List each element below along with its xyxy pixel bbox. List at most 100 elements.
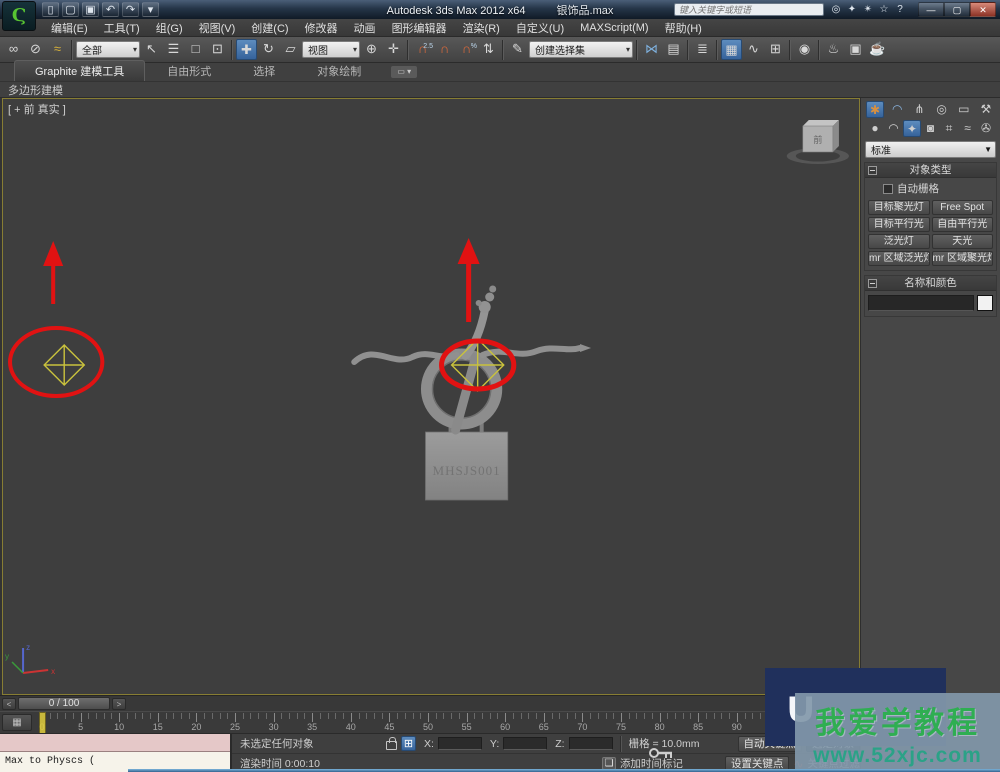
tab-hierarchy[interactable]: ⋔ [910,101,928,118]
tab-modify[interactable]: ◠ [888,101,906,118]
ribbon-minimize-icon[interactable]: ▭ ▾ [391,66,417,78]
menu-rendering[interactable]: 渲染(R) [456,19,507,37]
help-icon[interactable]: ? [892,4,908,15]
skylight-button[interactable]: 天光 [932,234,994,249]
omni-button[interactable]: 泛光灯 [868,234,930,249]
time-slider-track[interactable]: < 0 / 100 > [0,695,860,711]
communication-center-icon[interactable]: ✴ [860,4,876,15]
tab-utilities[interactable]: ⚒ [977,101,995,118]
undo-icon[interactable]: ↶ [102,2,119,17]
y-coord-field[interactable] [503,737,547,750]
reference-coordinate-system-dropdown[interactable]: 视图▾ [302,41,360,58]
create-lights-icon[interactable]: ✦ [903,120,921,137]
render-setup-icon[interactable]: ♨ [823,39,844,60]
menu-graph-editors[interactable]: 图形编辑器 [385,19,454,37]
mr-area-spot-button[interactable]: mr 区域聚光灯 [932,251,994,266]
edit-named-selection-sets-icon[interactable]: ✎ [507,39,528,60]
graphite-ribbon-toggle-icon[interactable]: ▦ [721,39,742,60]
menu-create[interactable]: 创建(C) [244,19,295,37]
keyboard-shortcut-key-icon[interactable] [648,741,674,765]
autogrid-checkbox[interactable] [883,184,893,194]
collapse-icon[interactable] [868,279,877,288]
mr-area-omni-button[interactable]: mr 区域泛光灯 [868,251,930,266]
menu-tools[interactable]: 工具(T) [97,19,147,37]
menu-customize[interactable]: 自定义(U) [509,19,571,37]
schematic-view-icon[interactable]: ⊞ [765,39,786,60]
tab-graphite-modeling[interactable]: Graphite 建模工具 [14,60,145,81]
object-name-field[interactable] [868,295,974,311]
viewport-canvas[interactable]: 前 MHSJS001 [3,99,859,694]
tab-create[interactable]: ✱ [866,101,884,118]
sign-in-icon[interactable]: ✦ [844,4,860,15]
snaps-toggle-icon[interactable]: ∩2.5 [412,39,433,60]
viewport-front[interactable]: [ + 前 真实 ] 前 [2,98,860,695]
angle-snap-toggle-icon[interactable]: ∩ [434,39,455,60]
next-frame-button[interactable]: > [112,698,126,710]
tab-freeform[interactable]: 自由形式 [147,61,231,81]
polygon-modeling-panel-label[interactable]: 多边形建模 [0,82,63,98]
object-type-rollout-header[interactable]: 对象类型 [865,163,996,178]
bind-to-space-warp-icon[interactable]: ≈ [47,39,68,60]
menu-group[interactable]: 组(G) [149,19,190,37]
unlink-selection-icon[interactable]: ⊘ [25,39,46,60]
rectangular-selection-region-icon[interactable]: □ [185,39,206,60]
use-pivot-point-center-icon[interactable]: ⊕ [361,39,382,60]
omni-light-gizmo-left[interactable] [44,345,84,385]
collapse-icon[interactable] [868,166,877,175]
target-spotlight-button[interactable]: 目标聚光灯 [868,200,930,215]
search-icon[interactable]: ◎ [828,4,844,15]
select-and-rotate-icon[interactable]: ↻ [258,39,279,60]
curve-editor-icon[interactable]: ∿ [743,39,764,60]
mini-curve-editor-icon[interactable]: ▦ [2,714,32,731]
layer-manager-icon[interactable]: ≣ [692,39,713,60]
track-ruler[interactable]: ▦ 51015202530354045505560657075808590950 [0,711,860,733]
x-coord-field[interactable] [438,737,482,750]
model-silver-figure[interactable]: MHSJS001 [354,286,591,501]
name-color-rollout-header[interactable]: 名称和颜色 [865,276,996,291]
favorites-star-icon[interactable]: ☆ [876,4,892,15]
light-category-dropdown[interactable]: 标准▼ [865,141,996,158]
maxscript-mini-listener[interactable]: Max to Physcs ( [0,734,232,772]
menu-animation[interactable]: 动画 [347,19,383,37]
time-slider-handle[interactable]: 0 / 100 [18,697,110,710]
select-and-move-icon[interactable]: ✚ [236,39,257,60]
select-and-link-icon[interactable]: ∞ [3,39,24,60]
select-and-manipulate-icon[interactable]: ✛ [383,39,404,60]
free-direct-button[interactable]: 自由平行光 [932,217,994,232]
app-logo-icon[interactable]: Ϛ [2,1,36,31]
create-geometry-icon[interactable]: ● [866,120,884,137]
selection-lock-icon[interactable] [386,741,397,750]
open-file-icon[interactable]: ▢ [62,2,79,17]
maximize-button[interactable]: ▢ [944,2,970,17]
render-production-icon[interactable]: ☕ [867,39,888,60]
selection-filter-dropdown[interactable]: 全部▾ [76,41,140,58]
create-helpers-icon[interactable]: ⌗ [940,120,958,137]
tab-motion[interactable]: ◎ [933,101,951,118]
named-selection-sets-dropdown[interactable]: 创建选择集▾ [529,41,633,58]
menu-views[interactable]: 视图(V) [192,19,243,37]
create-systems-icon[interactable]: ✇ [977,120,995,137]
minimize-button[interactable]: — [918,2,944,17]
menu-help[interactable]: 帮助(H) [658,19,709,37]
tab-object-paint[interactable]: 对象绘制 [297,61,381,81]
create-spacewarps-icon[interactable]: ≈ [959,120,977,137]
z-coord-field[interactable] [569,737,613,750]
mirror-icon[interactable]: ⋈ [641,39,662,60]
redo-icon[interactable]: ↷ [122,2,139,17]
select-object-icon[interactable]: ↖ [141,39,162,60]
object-color-swatch[interactable] [977,295,993,311]
tab-selection[interactable]: 选择 [233,61,295,81]
select-by-name-icon[interactable]: ☰ [163,39,184,60]
percent-snap-toggle-icon[interactable]: ∩% [456,39,477,60]
tab-display[interactable]: ▭ [955,101,973,118]
new-file-icon[interactable]: ▯ [42,2,59,17]
absolute-mode-icon[interactable]: ⊞ [401,736,416,751]
align-icon[interactable]: ▤ [663,39,684,60]
target-direct-button[interactable]: 目标平行光 [868,217,930,232]
menu-edit[interactable]: 编辑(E) [44,19,95,37]
save-file-icon[interactable]: ▣ [82,2,99,17]
create-shapes-icon[interactable]: ◠ [885,120,903,137]
macro-recorder-pane[interactable] [0,734,230,752]
quick-access-dropdown-icon[interactable]: ▾ [142,2,159,17]
menu-maxscript[interactable]: MAXScript(M) [573,21,655,35]
